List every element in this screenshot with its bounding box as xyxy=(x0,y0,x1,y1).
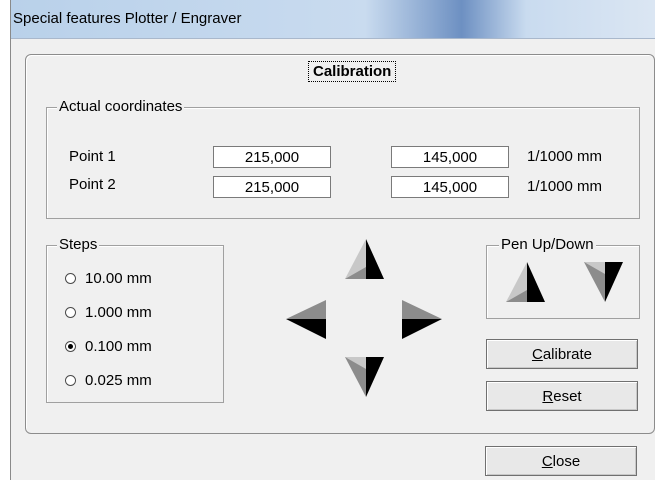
step-option-1mm[interactable]: 1.000 mm xyxy=(65,304,152,321)
pen-down-icon xyxy=(581,260,625,304)
calibrate-button[interactable]: Calibrate xyxy=(486,339,638,369)
calibrate-label: alibrate xyxy=(542,345,593,363)
move-down-button[interactable] xyxy=(342,355,386,399)
pen-up-button[interactable] xyxy=(503,260,547,304)
move-up-button[interactable] xyxy=(342,237,386,281)
dialog-window: Special features Plotter / Engraver Cali… xyxy=(10,0,655,480)
window-title: Special features Plotter / Engraver xyxy=(13,10,242,27)
step-option-label: 0.025 mm xyxy=(85,372,152,389)
steps-group: Steps 10.00 mm 1.000 mm 0.100 mm 0.025 m… xyxy=(46,236,224,403)
calibration-panel: Calibration Actual coordinates Point 1 2… xyxy=(25,54,655,434)
coordinates-legend: Actual coordinates xyxy=(57,98,185,115)
point1-unit: 1/1000 mm xyxy=(527,148,603,165)
close-button[interactable]: Close xyxy=(485,446,637,476)
reset-label: eset xyxy=(553,387,582,405)
pen-down-button[interactable] xyxy=(581,260,625,304)
step-option-label: 1.000 mm xyxy=(85,304,152,321)
step-option-label: 10.00 mm xyxy=(85,270,152,287)
arrow-left-icon xyxy=(284,297,328,341)
coordinates-group: Actual coordinates Point 1 215,000 145,0… xyxy=(46,98,640,219)
point1-label: Point 1 xyxy=(69,148,116,165)
steps-legend: Steps xyxy=(57,236,100,253)
point2-label: Point 2 xyxy=(69,176,116,193)
pen-group: Pen Up/Down xyxy=(486,236,640,319)
radio-icon xyxy=(65,273,76,284)
close-accel: C xyxy=(541,452,553,470)
pen-up-icon xyxy=(503,260,547,304)
arrow-right-icon xyxy=(400,297,444,341)
point1-x-field[interactable]: 215,000 xyxy=(213,146,331,168)
step-option-0-025mm[interactable]: 0.025 mm xyxy=(65,372,152,389)
point2-y-field[interactable]: 145,000 xyxy=(391,176,509,198)
radio-icon xyxy=(65,375,76,386)
point2-unit: 1/1000 mm xyxy=(527,178,603,195)
close-label: lose xyxy=(552,452,581,470)
step-option-label: 0.100 mm xyxy=(85,338,152,355)
calibrate-accel: C xyxy=(531,345,543,363)
point2-x-field[interactable]: 215,000 xyxy=(213,176,331,198)
step-option-10mm[interactable]: 10.00 mm xyxy=(65,270,152,287)
arrow-down-icon xyxy=(342,355,386,399)
radio-icon xyxy=(65,307,76,318)
tab-calibration[interactable]: Calibration xyxy=(308,61,397,82)
pen-legend: Pen Up/Down xyxy=(499,236,596,253)
reset-button[interactable]: Reset xyxy=(486,381,638,411)
step-option-0-1mm[interactable]: 0.100 mm xyxy=(65,338,152,355)
move-right-button[interactable] xyxy=(400,297,444,341)
move-left-button[interactable] xyxy=(284,297,328,341)
point1-y-field[interactable]: 145,000 xyxy=(391,146,509,168)
arrow-up-icon xyxy=(342,237,386,281)
reset-accel: R xyxy=(542,387,554,405)
radio-selected-icon xyxy=(65,341,76,352)
title-bar[interactable]: Special features Plotter / Engraver xyxy=(11,0,655,39)
